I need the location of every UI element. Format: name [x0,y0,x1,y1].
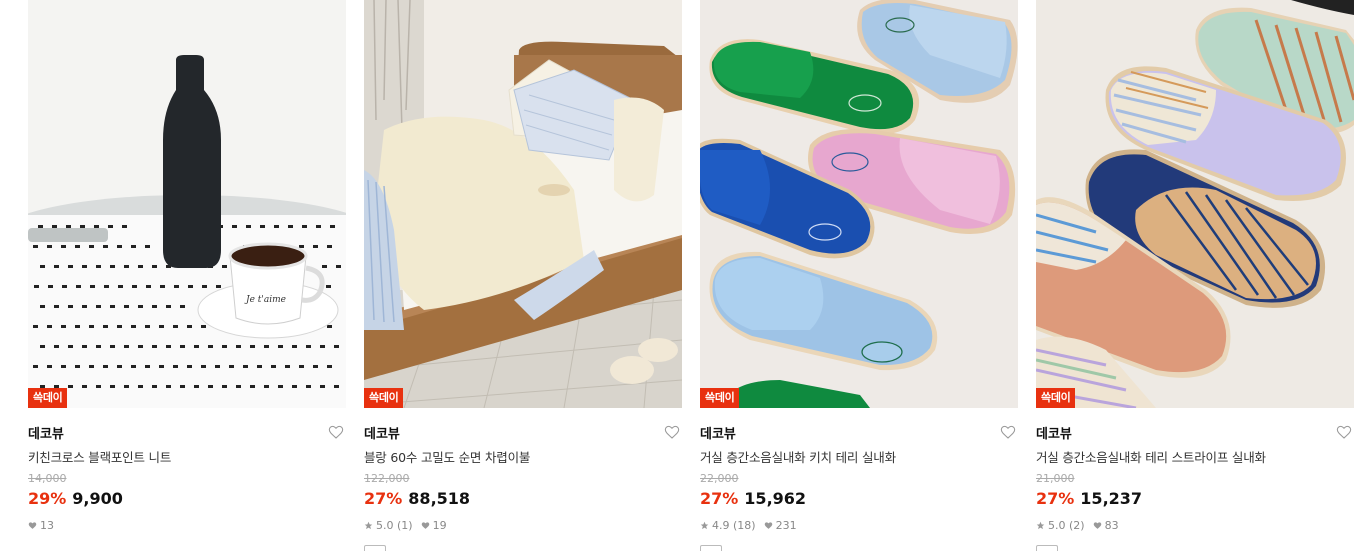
heart-filled-icon [764,522,772,529]
brand-name[interactable]: 데코뷰 [1036,423,1072,442]
heart-filled-icon [1093,522,1101,529]
rating-value: 5.0 (1) [376,519,413,532]
promo-badge: 쓱데이 [1036,388,1076,408]
star-icon [700,521,709,530]
heart-filled-icon [28,522,37,529]
likes-count: 83 [1093,519,1119,532]
likes-value: 13 [40,519,54,532]
product-image[interactable]: 쓱데이 [700,0,1018,408]
likes-value: 19 [432,519,447,532]
coupon-tag-icon [700,545,722,551]
original-price: 21,000 [1036,472,1075,485]
product-name[interactable]: 블랑 60수 고밀도 순면 차렵이불 [364,447,664,466]
promo-badge: 쓱데이 [28,388,68,408]
sale-price: 15,237 [1080,489,1143,508]
product-name[interactable]: 거실 층간소음실내화 키치 테리 실내화 [700,447,1000,466]
brand-name[interactable]: 데코뷰 [28,423,64,442]
kitchen-cloth-photo: Je t'aime [28,0,346,408]
star-icon [1036,521,1045,530]
product-name[interactable]: 키친크로스 블랙포인트 니트 [28,447,328,466]
price-row: 27% 88,518 [364,489,470,508]
likes-count: 19 [421,519,447,532]
coupon-tag-icon [1036,545,1058,551]
product-card[interactable]: 쓱데이 데코뷰 블랑 60수 고밀도 순면 차렵이불 122,000 27% 88… [364,0,682,551]
slippers-photo [700,0,1018,408]
rating: 5.0 (2) [1036,519,1085,532]
coupon-tag-icon [364,545,386,551]
product-card[interactable]: 쓱데이 데코뷰 거실 층간소음실내화 테리 스트라이프 실내화 21,000 2… [1036,0,1354,551]
heart-outline-icon[interactable] [1000,424,1016,440]
likes-value: 83 [1104,519,1119,532]
product-card[interactable]: Je t'aime 쓱데이 데코뷰 키친크로스 블랙포인트 니트 14,000 … [28,0,346,551]
discount-rate: 27% [700,489,739,508]
heart-outline-icon[interactable] [664,424,680,440]
product-image[interactable]: Je t'aime 쓱데이 [28,0,346,408]
bedding-photo [364,0,682,408]
product-meta: 5.0 (2) 83 [1036,519,1127,532]
heart-filled-icon [421,522,429,529]
star-icon [364,521,373,530]
price-row: 29% 9,900 [28,489,123,508]
product-image[interactable]: 쓱데이 [1036,0,1354,408]
likes-count: 231 [764,519,797,532]
striped-slippers-photo [1036,0,1354,408]
sale-price: 15,962 [744,489,807,508]
likes-value: 231 [775,519,797,532]
sale-price: 88,518 [408,489,471,508]
rating: 5.0 (1) [364,519,413,532]
price-row: 27% 15,962 [700,489,806,508]
promo-badge: 쓱데이 [700,388,740,408]
discount-rate: 27% [1036,489,1075,508]
product-grid: Je t'aime 쓱데이 데코뷰 키친크로스 블랙포인트 니트 14,000 … [0,0,1355,551]
product-meta: 13 [28,519,62,532]
product-card[interactable]: 쓱데이 데코뷰 거실 층간소음실내화 키치 테리 실내화 22,000 27% 1… [700,0,1018,551]
rating: 4.9 (18) [700,519,756,532]
rating-value: 4.9 (18) [712,519,756,532]
discount-rate: 27% [364,489,403,508]
product-meta: 5.0 (1) 19 [364,519,455,532]
rating-value: 5.0 (2) [1048,519,1085,532]
sale-price: 9,900 [72,489,123,508]
original-price: 14,000 [28,472,67,485]
brand-name[interactable]: 데코뷰 [364,423,400,442]
price-row: 27% 15,237 [1036,489,1142,508]
product-name[interactable]: 거실 층간소음실내화 테리 스트라이프 실내화 [1036,447,1336,466]
heart-outline-icon[interactable] [328,424,344,440]
promo-badge: 쓱데이 [364,388,404,408]
product-image[interactable]: 쓱데이 [364,0,682,408]
heart-outline-icon[interactable] [1336,424,1352,440]
discount-rate: 29% [28,489,67,508]
product-meta: 4.9 (18) 231 [700,519,805,532]
original-price: 22,000 [700,472,739,485]
brand-name[interactable]: 데코뷰 [700,423,736,442]
likes-count: 13 [28,519,54,532]
svg-text:Je t'aime: Je t'aime [244,295,286,305]
original-price: 122,000 [364,472,410,485]
